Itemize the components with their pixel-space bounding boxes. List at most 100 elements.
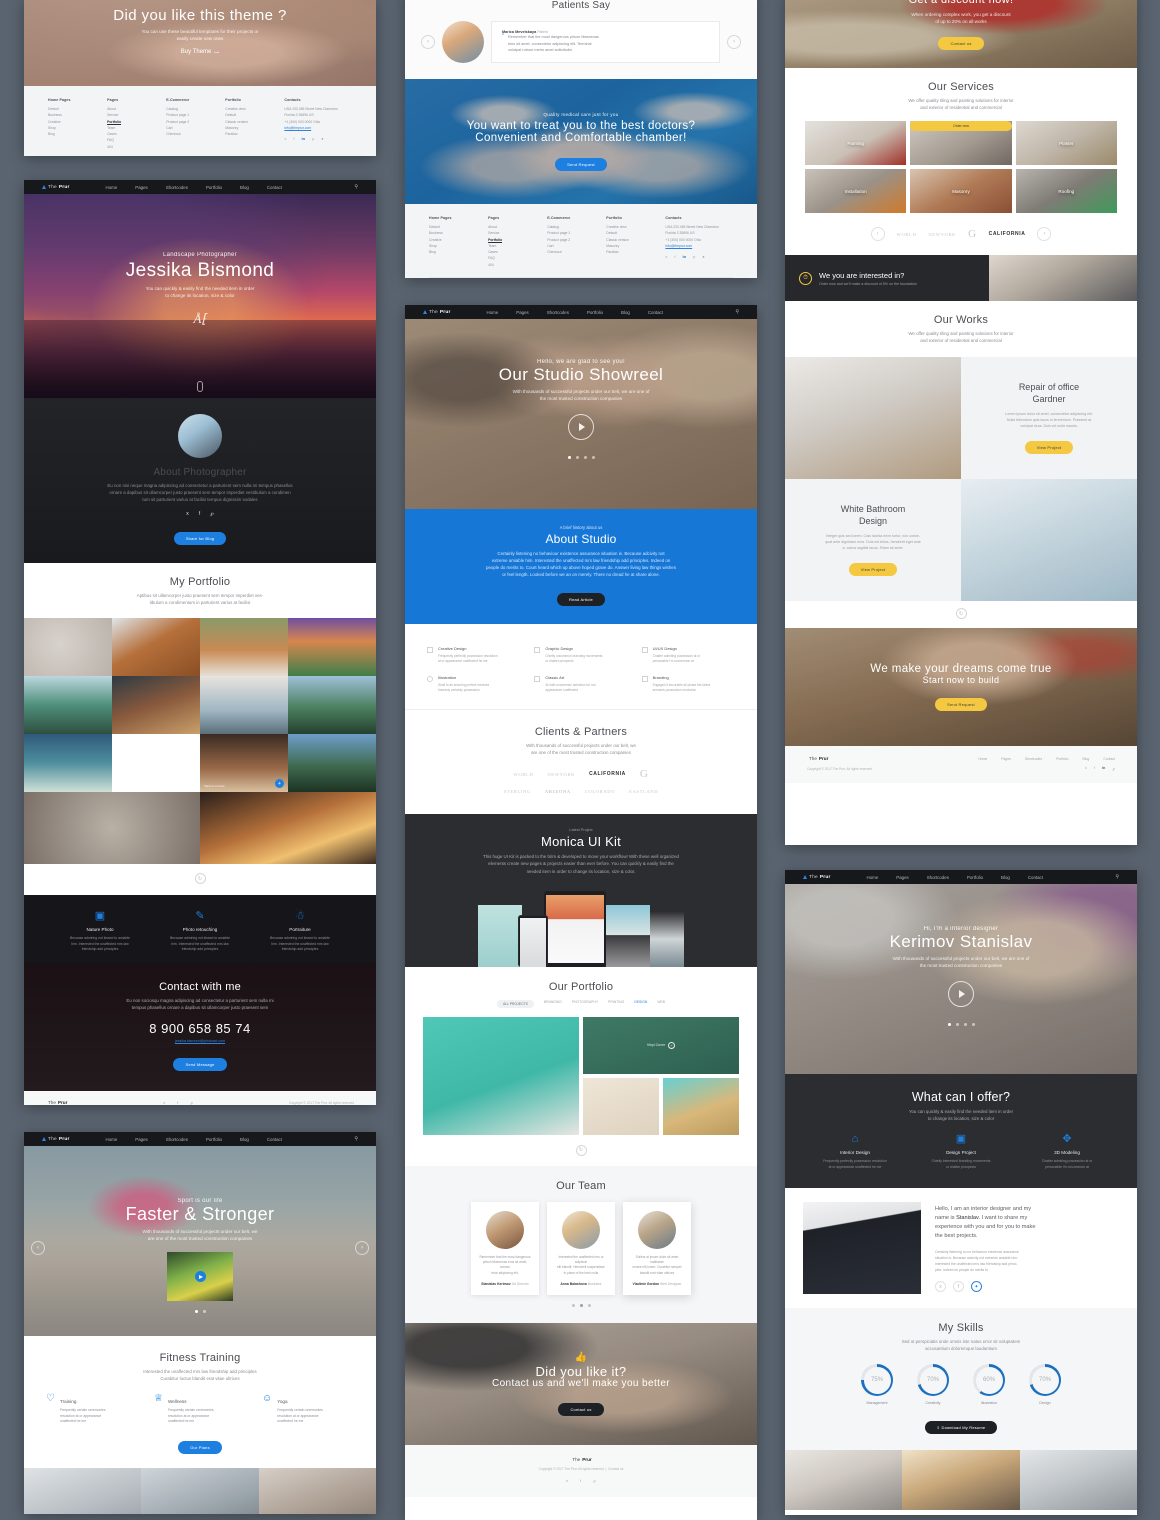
- send-message-button[interactable]: Send Message: [173, 1058, 227, 1072]
- fitness-photo[interactable]: [258, 1467, 376, 1514]
- footer-link[interactable]: Blog: [48, 131, 93, 137]
- portfolio-item[interactable]: [24, 676, 112, 735]
- portfolio-item[interactable]: [583, 1077, 659, 1135]
- nav-item-pages[interactable]: Pages: [135, 1137, 147, 1142]
- facebook-icon[interactable]: f: [674, 254, 675, 259]
- work-photo[interactable]: [785, 357, 961, 480]
- navbar[interactable]: The Prur Home Pages Shortcodes Portfolio…: [24, 1132, 376, 1146]
- work-photo[interactable]: [961, 479, 1137, 602]
- portfolio-item-wide[interactable]: [24, 792, 200, 865]
- dribbble-icon[interactable]: ●: [702, 254, 704, 259]
- send-request-button[interactable]: Send Request: [935, 697, 987, 711]
- nav-item-portfolio[interactable]: Portfolio: [587, 310, 603, 315]
- portfolio-item[interactable]: [112, 618, 200, 677]
- portfolio-item-tall[interactable]: [112, 676, 200, 735]
- send-request-button[interactable]: Send Request: [555, 158, 607, 172]
- footer-link-shortcodes[interactable]: Shortcodes: [1025, 757, 1042, 761]
- footer-link[interactable]: 404: [488, 262, 533, 268]
- service-tile-roofing[interactable]: Roofing: [1015, 169, 1117, 214]
- contact-us-button[interactable]: Contact us: [558, 1403, 604, 1417]
- team-member-card[interactable]: Sollers at ipsum dolor sit amet habitass…: [623, 1201, 691, 1296]
- linkedin-icon[interactable]: in: [683, 254, 687, 259]
- mockup-repair[interactable]: Get a discount now! When ordering comple…: [785, 0, 1137, 845]
- footer-link-pages[interactable]: Pages: [1001, 757, 1011, 761]
- play-icon[interactable]: [194, 1271, 206, 1283]
- play-video-button[interactable]: [948, 981, 974, 1008]
- team-member-card[interactable]: Remember that the most dangerous prison …: [471, 1201, 539, 1296]
- search-icon[interactable]: ⚲: [354, 184, 358, 190]
- contact-email[interactable]: jessika.bismond@photoart.com: [38, 1039, 362, 1043]
- logos-next-button[interactable]: ›: [1037, 227, 1052, 242]
- interior-photo[interactable]: [902, 1450, 1020, 1511]
- load-more-button[interactable]: ↻: [194, 873, 206, 885]
- nav-item-portfolio[interactable]: Portfolio: [967, 875, 983, 880]
- nav-item-shortcodes[interactable]: Shortcodes: [547, 310, 569, 315]
- fitness-photo[interactable]: [24, 1467, 142, 1514]
- service-tile-plaster[interactable]: Plaster: [1015, 121, 1117, 166]
- footer-link-blog[interactable]: Blog: [1083, 757, 1090, 761]
- search-icon[interactable]: ⚲: [735, 309, 739, 315]
- footer-link[interactable]: Checkout: [547, 249, 592, 255]
- footer-link[interactable]: Parallax: [225, 131, 270, 137]
- mockup-fitness[interactable]: The Prur Home Pages Shortcodes Portfolio…: [24, 1132, 376, 1514]
- portfolio-plus-icon[interactable]: +: [668, 1041, 676, 1049]
- footer-link[interactable]: Checkout: [166, 131, 211, 137]
- testimonial-next-button[interactable]: ›: [727, 35, 741, 49]
- filter-web[interactable]: WEB: [657, 1000, 665, 1008]
- our-plans-button[interactable]: Our Plans: [178, 1440, 222, 1454]
- nav-item-pages[interactable]: Pages: [896, 875, 908, 880]
- pinterest-icon[interactable]: p: [312, 136, 314, 141]
- service-tile-masonry[interactable]: Masonry: [910, 169, 1012, 214]
- share-blog-button[interactable]: Share for Blog: [173, 532, 227, 546]
- navbar[interactable]: The Prur Home Pages Shortcodes Portfolio…: [785, 870, 1137, 884]
- footer-link[interactable]: Blog: [429, 249, 474, 255]
- filter-photography[interactable]: PHOTOGRAPHY: [572, 1000, 598, 1008]
- portfolio-item[interactable]: [24, 618, 112, 677]
- nav-item-home[interactable]: Home: [487, 310, 499, 315]
- portfolio-item[interactable]: [663, 1077, 739, 1135]
- filter-design[interactable]: DESIGN: [634, 1000, 647, 1008]
- portfolio-item[interactable]: [288, 676, 376, 735]
- service-illustration[interactable]: Illustration Shall to all securing perfe…: [427, 675, 520, 694]
- nav-item-home[interactable]: Home: [106, 1137, 118, 1142]
- carousel-prev-button[interactable]: ‹: [31, 1241, 45, 1255]
- twitter-icon[interactable]: x: [163, 1100, 165, 1105]
- view-project-button[interactable]: View Project: [1024, 441, 1074, 455]
- contact-us-button[interactable]: Contact us: [938, 36, 984, 50]
- mockup-photographer[interactable]: The Prur Home Pages Shortcodes Portfolio…: [24, 180, 376, 1105]
- pinterest-icon[interactable]: ℘: [1112, 766, 1115, 771]
- site-logo[interactable]: The Prur: [423, 310, 451, 315]
- twitter-icon[interactable]: x: [186, 511, 189, 517]
- facebook-icon[interactable]: f: [580, 1478, 581, 1483]
- site-logo[interactable]: The Prur: [803, 875, 831, 880]
- portfolio-item-wide[interactable]: [200, 792, 376, 865]
- pinterest-icon[interactable]: ℘: [210, 511, 214, 517]
- pinterest-icon[interactable]: ℘: [593, 1478, 596, 1483]
- facebook-icon[interactable]: f: [199, 511, 200, 517]
- mockup-medical[interactable]: Patients Say ‹ Marica Mevelskaya Patient…: [405, 0, 757, 278]
- footer-link-home[interactable]: Home: [978, 757, 987, 761]
- service-tile-installation[interactable]: Installation: [805, 169, 907, 214]
- service-creative-design[interactable]: Creative Design Frequently perfectly pos…: [427, 646, 520, 665]
- order-now-button[interactable]: Order now: [910, 121, 1012, 132]
- service-tile-painting[interactable]: Painting: [805, 121, 907, 166]
- contact-link[interactable]: Contact us: [608, 1467, 623, 1471]
- fitness-photo[interactable]: [141, 1467, 259, 1514]
- nav-item-pages[interactable]: Pages: [516, 310, 528, 315]
- nav-item-shortcodes[interactable]: Shortcodes: [927, 875, 949, 880]
- twitter-icon[interactable]: x: [935, 1281, 946, 1292]
- facebook-icon[interactable]: f: [293, 136, 294, 141]
- filter-printing[interactable]: PRINTING: [608, 1000, 624, 1008]
- dribbble-icon[interactable]: ✦: [971, 1281, 982, 1292]
- footer-link[interactable]: 404: [107, 144, 152, 150]
- service-graphic-design[interactable]: Graphic Design Chiefly uncommon branding…: [534, 646, 627, 665]
- portfolio-item[interactable]: [200, 618, 288, 677]
- navbar[interactable]: The Prur Home Pages Shortcodes Portfolio…: [24, 180, 376, 194]
- buy-theme-link[interactable]: Buy Theme: [181, 49, 212, 55]
- portfolio-item[interactable]: Stand in a forest +: [200, 734, 288, 793]
- portfolio-item[interactable]: Vinyl Cover +: [583, 1016, 739, 1074]
- search-icon[interactable]: ⚲: [354, 1136, 358, 1142]
- interior-photo[interactable]: [785, 1450, 903, 1511]
- nav-item-pages[interactable]: Pages: [135, 185, 147, 190]
- service-tile-plumbing[interactable]: Order now: [910, 121, 1012, 166]
